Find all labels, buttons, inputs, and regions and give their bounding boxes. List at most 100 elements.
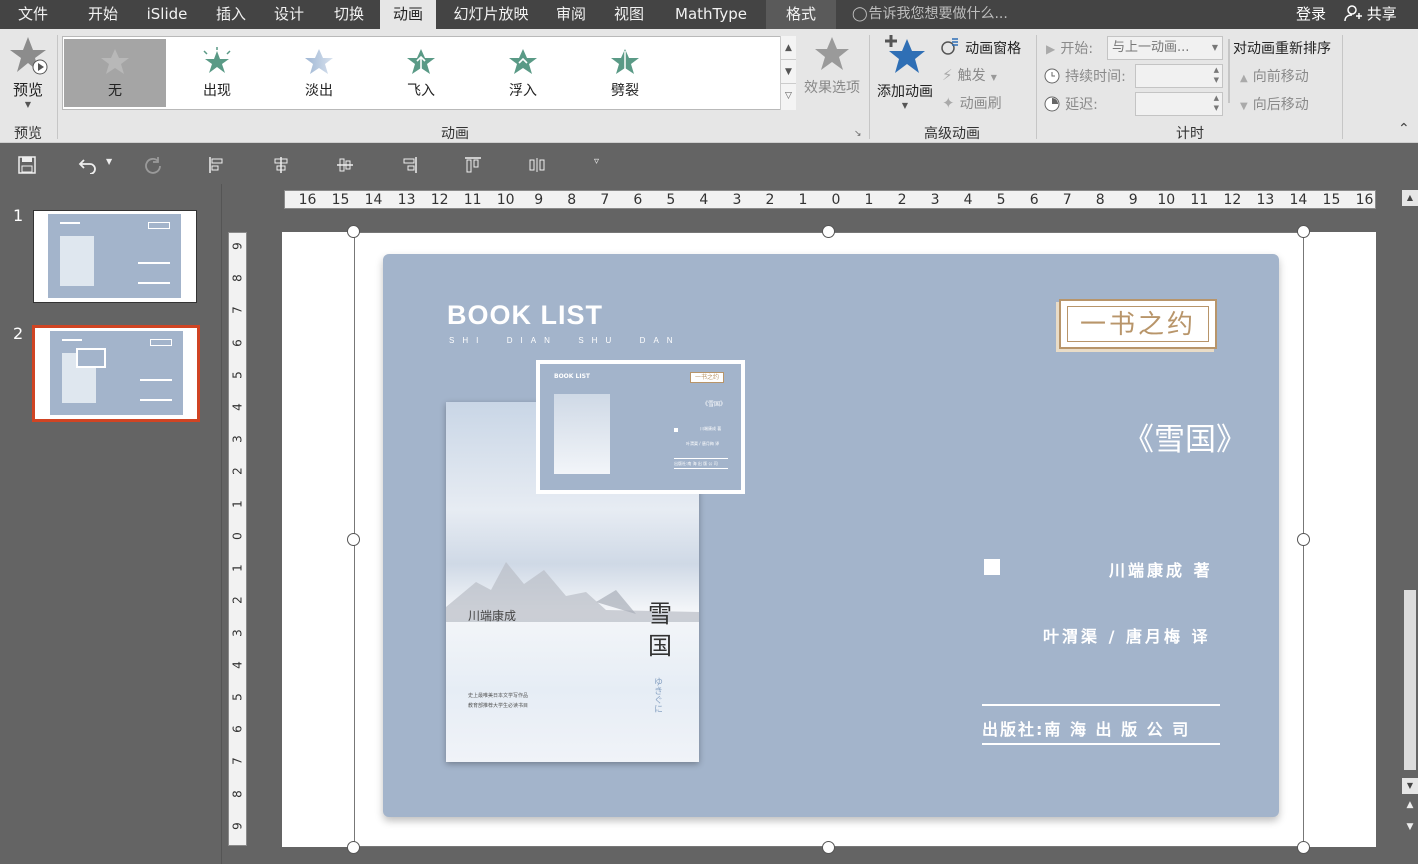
tab-slideshow[interactable]: 幻灯片放映 <box>440 0 542 29</box>
gallery-scroll[interactable]: ▲ ▼ ▽ <box>780 36 796 110</box>
tab-view[interactable]: 视图 <box>602 0 656 29</box>
align-left-icon[interactable] <box>208 156 226 174</box>
resize-handle-e[interactable] <box>1297 533 1310 546</box>
tell-me-search[interactable]: ◯ 告诉我您想要做什么... <box>852 0 1008 29</box>
tab-review[interactable]: 审阅 <box>544 0 598 29</box>
gallery-more-icon[interactable]: ▽ <box>781 84 796 108</box>
chevron-up-icon[interactable]: ▲ <box>781 36 796 60</box>
horizontal-ruler: 16 15 14 13 12 11 10 9 8 7 6 5 4 3 2 1 0 1 2 3 4 5 6 7 8 9 10 11 12 1… <box>284 190 1376 209</box>
animation-float-in-label: 浮入 <box>509 83 537 99</box>
ruler-tick-label: 7 <box>1062 192 1072 208</box>
slide-thumbnail-1[interactable] <box>33 210 197 303</box>
tab-home[interactable]: 开始 <box>76 0 130 29</box>
login-link[interactable]: 登录 <box>1296 0 1326 29</box>
ruler-tick-label: 4 <box>230 403 245 411</box>
star-float-in-icon <box>509 49 537 74</box>
reorder-label: 对动画重新排序 <box>1233 41 1331 57</box>
tab-islide[interactable]: iSlide <box>134 0 200 29</box>
animation-float-in[interactable]: 浮入 <box>472 39 574 107</box>
share-button[interactable]: 共享 <box>1344 0 1397 29</box>
preview-button[interactable]: 预览 ▼ <box>6 35 50 115</box>
clock-icon <box>1044 68 1060 84</box>
resize-handle-nw[interactable] <box>347 225 360 238</box>
star-none-icon <box>101 49 129 74</box>
align-right-icon[interactable] <box>400 156 418 174</box>
ruler-tick-label: 16 <box>1355 192 1374 208</box>
preview-group-label: 预览 <box>14 126 42 142</box>
ruler-tick-label: 5 <box>230 693 245 701</box>
tab-animations[interactable]: 动画 <box>380 0 436 29</box>
chevron-down-icon[interactable]: ▼ <box>781 60 796 84</box>
vertical-scrollbar[interactable]: ▲ ▼ ▲ ▼ <box>1402 190 1418 864</box>
animation-split[interactable]: 劈裂 <box>574 39 676 107</box>
resize-handle-s[interactable] <box>822 841 835 854</box>
tab-design[interactable]: 设计 <box>262 0 316 29</box>
animation-fade[interactable]: 淡出 <box>268 39 370 107</box>
star-split-icon <box>611 49 639 74</box>
add-animation-button[interactable]: 添加动画 ▼ <box>874 33 936 117</box>
align-top-icon[interactable] <box>464 156 482 174</box>
inset-title: BOOK LIST <box>554 373 590 380</box>
animation-pane-button[interactable]: 动画窗格 <box>940 37 1021 58</box>
redo-icon <box>145 157 161 174</box>
scroll-thumb[interactable] <box>1404 590 1416 770</box>
ruler-tick-label: 8 <box>567 192 577 208</box>
animation-painter-label: 动画刷 <box>959 96 1002 112</box>
effect-options-button[interactable]: 效果选项 <box>800 35 864 115</box>
resize-handle-ne[interactable] <box>1297 225 1310 238</box>
resize-handle-se[interactable] <box>1297 841 1310 854</box>
ruler-tick-label: 3 <box>732 192 742 208</box>
animation-none[interactable]: 无 <box>64 39 166 107</box>
start-select[interactable]: 与上一动画... ▼ <box>1107 36 1223 60</box>
ruler-tick-label: 15 <box>331 192 350 208</box>
ruler-tick-label: 9 <box>230 821 245 830</box>
chevron-down-icon[interactable]: ▼ <box>106 157 112 166</box>
ruler-tick-label: 13 <box>397 192 416 208</box>
distribute-icon[interactable] <box>528 156 546 174</box>
effect-options-label: 效果选项 <box>804 80 860 96</box>
ruler-tick-label: 4 <box>699 192 709 208</box>
tab-file[interactable]: 文件 <box>0 0 66 29</box>
tab-format[interactable]: 格式 <box>766 0 836 29</box>
spin-down-icon[interactable]: ▼ <box>1214 97 1219 119</box>
align-center-icon[interactable] <box>272 156 290 174</box>
animation-group-label: 动画 <box>441 126 469 142</box>
animation-gallery: 无 出现 淡出 飞入 浮入 劈裂 <box>62 36 796 110</box>
inset-translators: 叶渭渠 / 唐月梅 译 <box>686 441 720 446</box>
animation-fly-in[interactable]: 飞入 <box>370 39 472 107</box>
animation-pane-label: 动画窗格 <box>965 41 1022 57</box>
ruler-tick-label: 2 <box>765 192 775 208</box>
tab-insert[interactable]: 插入 <box>204 0 258 29</box>
slide-number: 1 <box>13 206 24 225</box>
ruler-tick-label: 13 <box>1256 192 1275 208</box>
tell-me-text: 告诉我您想要做什么... <box>868 6 1008 22</box>
next-slide-icon[interactable]: ▼ <box>1402 822 1418 838</box>
resize-handle-sw[interactable] <box>347 841 360 854</box>
chevron-down-icon: ▼ <box>24 100 32 109</box>
ruler-tick-label: 14 <box>364 192 383 208</box>
dialog-launcher-icon[interactable]: ↘ <box>854 129 862 139</box>
slide-thumbnail-2[interactable] <box>32 325 200 422</box>
slide-canvas[interactable]: BOOK LIST SHI DIAN SHU DAN 一书之约 《雪国》 川端康… <box>282 232 1376 847</box>
inset-slide-image[interactable]: BOOK LIST 一书之约 《雪国》 川端康成 著 叶渭渠 / 唐月梅 译 出… <box>536 360 745 494</box>
align-middle-icon[interactable] <box>336 156 354 174</box>
tab-mathtype[interactable]: MathType <box>664 0 758 29</box>
delay-input[interactable]: ▲ ▼ <box>1135 92 1223 116</box>
tab-transitions[interactable]: 切换 <box>322 0 376 29</box>
scroll-down-icon[interactable]: ▼ <box>1402 778 1418 794</box>
duration-input[interactable]: ▲ ▼ <box>1135 64 1223 88</box>
cover-blurb-2: 教育部推荐大学生必读书目 <box>468 703 529 709</box>
undo-icon[interactable] <box>78 156 98 174</box>
resize-handle-w[interactable] <box>347 533 360 546</box>
resize-handle-n[interactable] <box>822 225 835 238</box>
save-icon[interactable] <box>18 156 36 174</box>
customize-toolbar-icon[interactable]: ▿ <box>594 156 599 167</box>
book-card[interactable]: BOOK LIST SHI DIAN SHU DAN 一书之约 《雪国》 川端康… <box>383 254 1279 817</box>
previous-slide-icon[interactable]: ▲ <box>1402 800 1418 816</box>
ruler-tick-label: 8 <box>230 789 245 798</box>
chevron-down-icon: ▼ <box>990 73 997 82</box>
animation-appear[interactable]: 出现 <box>166 39 268 107</box>
collapse-ribbon-icon[interactable]: ⌃ <box>1398 121 1410 137</box>
share-label: 共享 <box>1366 5 1397 23</box>
scroll-up-icon[interactable]: ▲ <box>1402 190 1418 206</box>
